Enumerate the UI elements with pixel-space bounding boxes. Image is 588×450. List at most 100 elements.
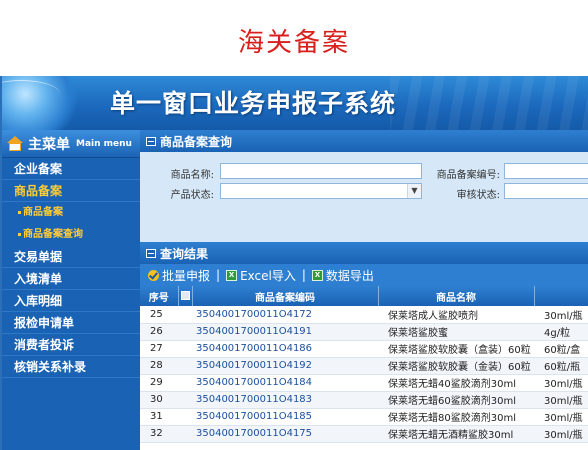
batch-declare-button[interactable]: 批量申报 (148, 267, 210, 284)
cell-code-link[interactable]: 3504001700011O4175 (192, 425, 378, 443)
cell-code-link[interactable]: 3504001700011O4186 (192, 340, 378, 358)
cell-code-link[interactable]: 3504001700011O4184 (192, 374, 378, 392)
table-row[interactable]: 30 3504001700011O4183 保莱塔无蜡60鲨胶滴剂30ml 30ml/… (140, 391, 588, 409)
sidebar-item-warehouse-detail[interactable]: 入库明细 (2, 290, 140, 312)
results-table: 序号 商品备案编码 商品名称 25 3504001700011O4172 保莱塔成人… (140, 286, 588, 443)
row-checkbox-cell[interactable] (178, 357, 192, 375)
column-header-code: 商品备案编码 (192, 286, 379, 306)
cell-spec: 60粒/盒 (534, 340, 588, 358)
cell-spec: 30ml/瓶 (534, 425, 588, 443)
table-row[interactable]: 25 3504001700011O4172 保莱塔成人鲨胶喷剂 30ml/瓶 (140, 306, 588, 324)
row-checkbox-cell[interactable] (178, 425, 192, 443)
data-export-button[interactable]: X 数据导出 (311, 267, 374, 284)
banner-decoration (390, 76, 588, 130)
table-row[interactable]: 31 3504001700011O4185 保莱塔无蜡80鲨胶滴剂30ml 30ml/… (140, 408, 588, 426)
review-status-select[interactable] (504, 183, 588, 199)
cell-name: 保莱塔无蜡60鲨胶滴剂30ml (378, 391, 534, 409)
cell-no: 32 (140, 425, 178, 443)
cell-spec: 60粒/瓶 (534, 357, 588, 375)
table-row[interactable]: 27 3504001700011O4186 保莱塔鲨胶软胶囊（盒装）60粒 60粒/盒 (140, 340, 588, 358)
cell-code-link[interactable]: 3504001700011O4183 (192, 391, 378, 409)
select-all-checkbox[interactable] (180, 291, 190, 300)
results-panel-title: 查询结果 (160, 246, 209, 261)
table-row[interactable]: 29 3504001700011O4184 保莱塔无蜡40鲨胶滴剂30ml 30ml/… (140, 374, 588, 392)
search-form: 商品名称: 商品备案编号: 产品状态: ▼ 审核状态: (140, 152, 588, 242)
table-row[interactable]: 32 3504001700011O4175 保莱塔无蜡无酒精鲨胶30ml 30ml/瓶 (140, 425, 588, 443)
app-window: 单一窗口业务申报子系统 主菜单 Main menu 企业备案 商品备案 商品备案… (0, 76, 588, 450)
cell-code-link[interactable]: 3504001700011O4172 (192, 306, 378, 324)
cell-name: 保莱塔鲨胶软胶囊（金装）60粒 (378, 357, 534, 375)
cell-name: 保莱塔无蜡无酒精鲨胶30ml (378, 425, 534, 443)
subitem-label: 商品备案 (23, 207, 63, 218)
toolbar-separator: | (301, 268, 306, 282)
cell-no: 27 (140, 340, 178, 358)
sidebar-item-product-record[interactable]: 商品备案 (2, 180, 140, 202)
query-panel-title: 商品备案查询 (160, 134, 233, 149)
app-banner: 单一窗口业务申报子系统 (2, 76, 588, 130)
sidebar-item-inspection-application[interactable]: 报检申请单 (2, 312, 140, 334)
row-checkbox-cell[interactable] (178, 391, 192, 409)
sidebar-item-consumer-complaint[interactable]: 消费者投诉 (2, 334, 140, 356)
product-name-label: 商品名称: (170, 170, 214, 181)
main-menu-header: 主菜单 Main menu (2, 130, 140, 158)
cell-no: 25 (140, 306, 178, 324)
toolbar-separator: | (216, 268, 221, 282)
cell-code-link[interactable]: 3504001700011O4185 (192, 408, 378, 426)
excel-import-label: Excel导入 (240, 268, 296, 283)
query-panel-header: 商品备案查询 (140, 130, 588, 152)
page-heading: 海关备案 (237, 28, 350, 58)
sidebar-subitem-product-query[interactable]: 商品备案查询 (2, 224, 140, 246)
column-header-name: 商品名称 (378, 286, 535, 306)
main-menu-label: 主菜单 (28, 136, 70, 153)
cell-name: 保莱塔无蜡40鲨胶滴剂30ml (378, 374, 534, 392)
review-status-label: 审核状态: (456, 190, 500, 201)
globe-icon (2, 76, 78, 130)
table-row[interactable]: 28 3504001700011O4192 保莱塔鲨胶软胶囊（金装）60粒 60粒/瓶 (140, 357, 588, 375)
row-checkbox-cell[interactable] (178, 408, 192, 426)
column-header-spec (534, 286, 588, 306)
cell-name: 保莱塔鲨胶软胶囊（盒装）60粒 (378, 340, 534, 358)
sidebar-item-entry-list[interactable]: 入境清单 (2, 268, 140, 290)
cell-spec: 30ml/瓶 (534, 374, 588, 392)
results-panel-header: 查询结果 (140, 242, 588, 264)
cell-spec: 30ml/瓶 (534, 408, 588, 426)
column-header-select (178, 286, 193, 306)
cell-no: 26 (140, 323, 178, 341)
product-status-select[interactable]: ▼ (220, 183, 422, 199)
results-toolbar: 批量申报 | X Excel导入 | X 数据导出 (140, 264, 588, 286)
product-code-label: 商品备案编号: (436, 170, 500, 181)
product-status-label: 产品状态: (170, 190, 214, 201)
cell-name: 保莱塔成人鲨胶喷剂 (378, 306, 534, 324)
cell-code-link[interactable]: 3504001700011O4191 (192, 323, 378, 341)
sidebar-item-verification-supplement[interactable]: 核销关系补录 (2, 356, 140, 378)
cell-no: 30 (140, 391, 178, 409)
row-checkbox-cell[interactable] (178, 306, 192, 324)
cell-spec: 4g/粒 (534, 323, 588, 341)
cell-name: 保莱塔鲨胶蜜 (378, 323, 534, 341)
batch-declare-label: 批量申报 (162, 268, 211, 283)
product-name-input[interactable] (220, 163, 422, 179)
cell-no: 29 (140, 374, 178, 392)
chevron-down-icon: ▼ (407, 184, 421, 198)
main-content: 商品备案查询 商品名称: 商品备案编号: 产品状态: ▼ 审核状态: 查询结果 … (140, 130, 588, 450)
cell-spec: 30ml/瓶 (534, 391, 588, 409)
data-export-label: 数据导出 (325, 268, 374, 283)
product-code-input[interactable] (504, 163, 588, 179)
row-checkbox-cell[interactable] (178, 323, 192, 341)
cell-code-link[interactable]: 3504001700011O4192 (192, 357, 378, 375)
cell-name: 保莱塔无蜡80鲨胶滴剂30ml (378, 408, 534, 426)
excel-icon: X (226, 269, 238, 281)
sidebar: 主菜单 Main menu 企业备案 商品备案 商品备案 商品备案查询 交易单据… (2, 130, 140, 450)
panel-icon (146, 136, 156, 146)
sidebar-item-enterprise-record[interactable]: 企业备案 (2, 158, 140, 180)
sidebar-item-trade-documents[interactable]: 交易单据 (2, 246, 140, 268)
row-checkbox-cell[interactable] (178, 340, 192, 358)
excel-icon: X (311, 269, 323, 281)
main-menu-en-label: Main menu (76, 138, 132, 149)
sidebar-subitem-product-record[interactable]: 商品备案 (2, 202, 140, 224)
check-icon (148, 269, 159, 281)
excel-import-button[interactable]: X Excel导入 (226, 267, 296, 284)
subitem-label: 商品备案查询 (23, 229, 83, 240)
row-checkbox-cell[interactable] (178, 374, 192, 392)
table-row[interactable]: 26 3504001700011O4191 保莱塔鲨胶蜜 4g/粒 (140, 323, 588, 341)
